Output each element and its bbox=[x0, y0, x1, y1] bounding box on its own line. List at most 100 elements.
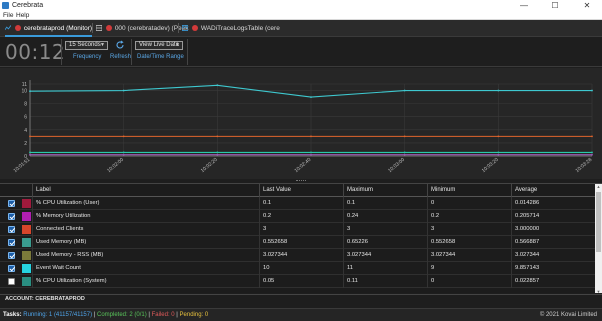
cell-average: 3.000000 bbox=[511, 223, 595, 236]
series-color-swatch[interactable] bbox=[22, 264, 31, 273]
column-header-label[interactable]: Label bbox=[32, 184, 259, 197]
cell-minimum: 0.2 bbox=[427, 210, 511, 223]
series-point bbox=[122, 151, 125, 154]
tab-table[interactable]: WADiTraceLogsTable (cere bbox=[182, 22, 280, 35]
cell-last-value: 0.05 bbox=[259, 275, 343, 288]
series-color-swatch[interactable] bbox=[22, 199, 31, 208]
x-tick-label: 10:02:00 bbox=[106, 157, 125, 174]
frequency-select[interactable]: 15 Seconds ▼ bbox=[65, 41, 108, 50]
series-color-swatch[interactable] bbox=[22, 251, 31, 260]
queue-icon bbox=[96, 24, 102, 31]
table-icon bbox=[182, 24, 188, 31]
series-color-swatch[interactable] bbox=[22, 277, 31, 286]
table-row[interactable]: % Memory Utilization 0.2 0.24 0.2 0.205714 bbox=[0, 210, 595, 223]
tasks-pending[interactable]: Pending: 0 bbox=[180, 312, 209, 318]
tasks-failed[interactable]: Failed: 0 bbox=[152, 312, 175, 318]
cell-average: 0.566887 bbox=[511, 236, 595, 249]
cell-label: % CPU Utilization (System) bbox=[32, 275, 259, 288]
cell-minimum: 3.027344 bbox=[427, 249, 511, 262]
cell-label: Used Memory (MB) bbox=[32, 236, 259, 249]
tab-bar: cerebrataprod (Monitor) 000 (cerebratade… bbox=[0, 20, 602, 37]
cell-last-value: 10 bbox=[259, 262, 343, 275]
series-color-swatch[interactable] bbox=[22, 212, 31, 221]
series-point bbox=[591, 89, 593, 92]
cell-minimum: 0 bbox=[427, 275, 511, 288]
series-point bbox=[591, 151, 593, 154]
y-tick-label: 6 bbox=[24, 115, 27, 121]
table-row[interactable]: Used Memory - RSS (MB) 3.027344 3.027344 3.… bbox=[0, 249, 595, 262]
x-tick-label: 10:03:00 bbox=[387, 157, 406, 174]
cell-average: 0.022857 bbox=[511, 275, 595, 288]
cell-last-value: 3.027344 bbox=[259, 249, 343, 262]
app-logo-icon bbox=[2, 2, 9, 9]
grid-scrollbar[interactable]: ▲ ▼ bbox=[595, 184, 602, 293]
series-visibility-checkbox[interactable] bbox=[8, 239, 15, 246]
menu-file[interactable]: File bbox=[3, 11, 13, 20]
metrics-chart: 11 10 8 6 4 2 0 10:01:51 10:02:00 10:02:20 10:02:4… bbox=[0, 68, 602, 179]
refresh-icon[interactable] bbox=[115, 40, 125, 50]
series-point bbox=[216, 151, 219, 154]
tasks-label: Tasks: bbox=[3, 312, 22, 318]
cell-average: 0.205714 bbox=[511, 210, 595, 223]
minimize-button[interactable]: — bbox=[513, 0, 535, 11]
toolbar-divider bbox=[187, 39, 188, 65]
close-tab-icon[interactable] bbox=[14, 24, 21, 31]
tab-monitor[interactable]: cerebrataprod (Monitor) bbox=[5, 22, 93, 37]
y-tick-label: 10 bbox=[21, 89, 27, 95]
cell-minimum: 3 bbox=[427, 223, 511, 236]
splitter-grip-icon[interactable] bbox=[296, 180, 306, 182]
series-color-swatch[interactable] bbox=[22, 238, 31, 247]
series-point bbox=[122, 153, 125, 156]
view-mode-select[interactable]: View Live Data ▼ bbox=[135, 41, 183, 50]
menu-help[interactable]: Help bbox=[16, 11, 29, 20]
series-visibility-checkbox[interactable] bbox=[8, 213, 15, 220]
cell-label: Event Wait Count bbox=[32, 262, 259, 275]
y-tick-label: 8 bbox=[24, 102, 27, 108]
close-tab-icon[interactable] bbox=[105, 24, 112, 31]
datetime-range-button[interactable]: Date/Time Range bbox=[137, 54, 184, 60]
cell-maximum: 0.65226 bbox=[343, 236, 427, 249]
y-tick-label: 11 bbox=[22, 82, 27, 88]
cell-average: 9.857143 bbox=[511, 262, 595, 275]
cell-last-value: 0.2 bbox=[259, 210, 343, 223]
app-window: Cerebrata — ☐ ✕ File Help cerebrataprod … bbox=[0, 0, 602, 321]
series-color-swatch[interactable] bbox=[22, 225, 31, 234]
line-chart: 11108642010:01:51 10:02:00 10:02:20 10:02:4… bbox=[13, 80, 593, 174]
series-point bbox=[403, 151, 406, 154]
tab-label: WADiTraceLogsTable (cere bbox=[200, 25, 280, 32]
series-point bbox=[497, 151, 500, 154]
series-point bbox=[216, 84, 219, 87]
table-row[interactable]: Connected Clients 3 3 3 3.000000 bbox=[0, 223, 595, 236]
table-row[interactable]: Event Wait Count 10 11 9 9.857143 bbox=[0, 262, 595, 275]
x-tick-label: 10:03:20 bbox=[481, 157, 500, 174]
account-label: ACCOUNT: CEREBRATAPROD bbox=[0, 294, 602, 303]
series-visibility-checkbox[interactable] bbox=[8, 278, 15, 285]
series-visibility-checkbox[interactable] bbox=[8, 200, 15, 207]
maximize-button[interactable]: ☐ bbox=[544, 0, 566, 11]
series-visibility-checkbox[interactable] bbox=[8, 252, 15, 259]
tasks-running[interactable]: Running: 1 (41157/41157) bbox=[23, 312, 92, 318]
scroll-down-icon[interactable]: ▼ bbox=[595, 289, 602, 293]
series-point bbox=[497, 135, 500, 138]
close-tab-icon[interactable] bbox=[191, 24, 198, 31]
cell-maximum: 0.1 bbox=[343, 197, 427, 210]
x-tick-label: 10:02:20 bbox=[200, 157, 219, 174]
table-row[interactable]: Used Memory (MB) 0.552658 0.65226 0.552658 0… bbox=[0, 236, 595, 249]
series-visibility-checkbox[interactable] bbox=[8, 265, 15, 272]
series-point bbox=[122, 135, 125, 138]
column-header-last-value[interactable]: Last Value bbox=[259, 184, 343, 197]
refresh-button[interactable]: Refresh bbox=[110, 54, 131, 60]
tab-peek[interactable]: 000 (cerebratadev) (Peek bbox=[96, 22, 189, 35]
scroll-up-icon[interactable]: ▲ bbox=[595, 184, 602, 189]
cell-maximum: 3.027344 bbox=[343, 249, 427, 262]
chevron-down-icon: ▼ bbox=[100, 42, 105, 48]
tasks-completed[interactable]: Completed: 2 (0/1) bbox=[97, 312, 147, 318]
column-header-average[interactable]: Average bbox=[511, 184, 595, 197]
scroll-thumb[interactable] bbox=[596, 192, 601, 252]
column-header-maximum[interactable]: Maximum bbox=[343, 184, 427, 197]
table-row[interactable]: % CPU Utilization (User) 0.1 0.1 0 0.014286 bbox=[0, 197, 595, 210]
column-header-minimum[interactable]: Minimum bbox=[427, 184, 511, 197]
table-row[interactable]: % CPU Utilization (System) 0.05 0.11 0 0.022… bbox=[0, 275, 595, 288]
series-visibility-checkbox[interactable] bbox=[8, 226, 15, 233]
close-button[interactable]: ✕ bbox=[576, 0, 598, 11]
